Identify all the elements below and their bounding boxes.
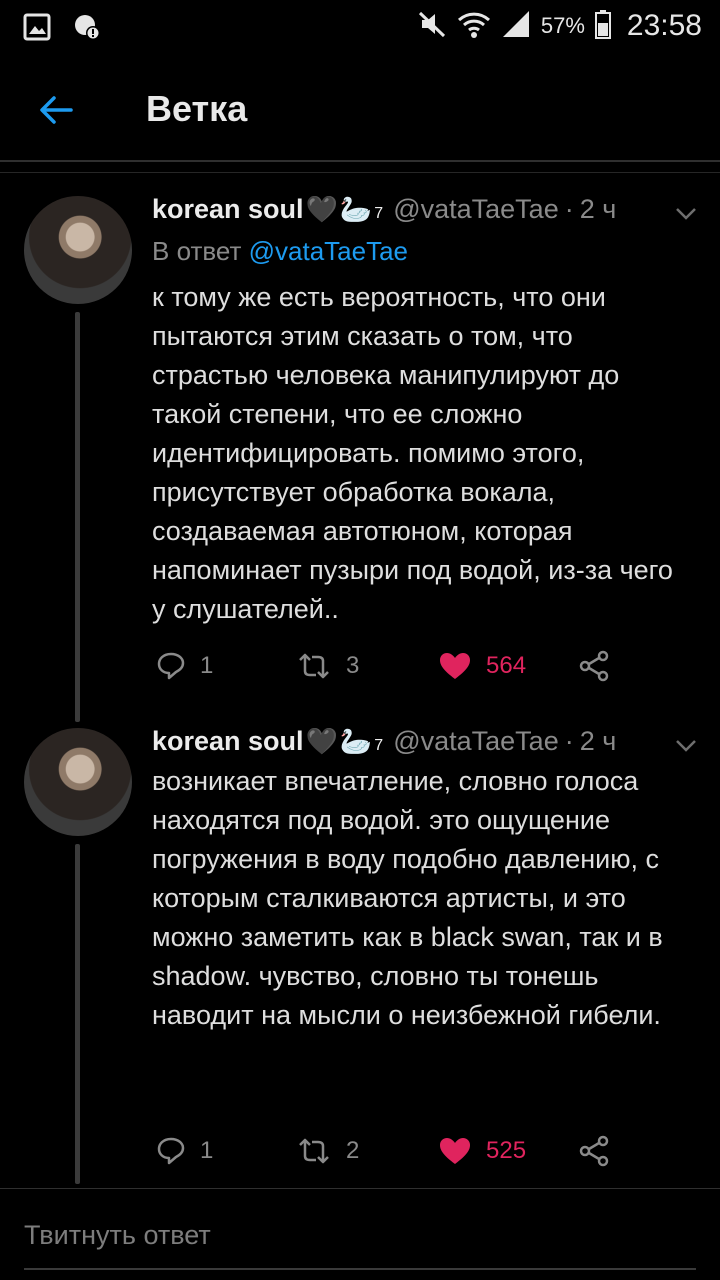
avatar[interactable]: [24, 728, 132, 836]
battery-percent: 57%: [540, 13, 585, 38]
author-handle[interactable]: @vataTaeTae: [393, 726, 559, 757]
reply-button[interactable]: 1: [156, 646, 213, 686]
chevron-down-icon: [676, 208, 696, 220]
swan-icon: 🦢: [339, 194, 373, 224]
tweet-text: к тому же есть вероятность, что они пыта…: [152, 282, 673, 624]
reply-count: 1: [200, 652, 214, 679]
reply-prefix: В ответ: [152, 236, 242, 266]
reply-mention-link[interactable]: @vataTaeTae: [249, 236, 408, 266]
tweet-menu-button[interactable]: [672, 200, 700, 228]
alert-icon: [70, 10, 104, 44]
reply-composer: Твитнуть ответ: [0, 1190, 720, 1280]
arrow-left-icon: [40, 96, 73, 124]
author-handle[interactable]: @vataTaeTae: [393, 194, 559, 225]
tweet-actions: 1 3 564: [152, 646, 672, 686]
swan-icon: 🦢: [339, 726, 373, 756]
chevron-down-icon: [676, 740, 696, 752]
reply-count: 1: [200, 1137, 214, 1164]
black-heart-icon: 🖤: [305, 726, 338, 756]
retweet-button[interactable]: 3: [296, 646, 359, 686]
composer-divider: [0, 1188, 720, 1189]
clock: 23:58: [626, 9, 702, 42]
author-name[interactable]: korean soul: [152, 726, 304, 757]
tweet-header: korean soul 🖤 🦢 7 @vataTaeTae · 2 ч: [152, 194, 616, 225]
author-name[interactable]: korean soul: [152, 194, 304, 225]
retweet-count: 3: [346, 652, 360, 679]
signal-icon: [501, 9, 531, 44]
retweet-count: 2: [346, 1137, 360, 1164]
page-title: Ветка: [146, 88, 248, 129]
tweet-text: возникает впечатление, словно голоса нах…: [152, 766, 663, 1030]
share-button[interactable]: [578, 1131, 610, 1171]
battery-icon: [594, 9, 611, 44]
separator-dot: ·: [564, 194, 574, 224]
like-count: 564: [486, 652, 527, 679]
reply-icon: [157, 1137, 185, 1165]
like-button[interactable]: 525: [438, 1131, 526, 1171]
heart-icon: [440, 653, 470, 679]
share-button[interactable]: [578, 646, 610, 686]
header-divider: [0, 160, 720, 162]
reply-context: В ответ @vataTaeTae: [152, 236, 408, 267]
section-divider: [0, 172, 720, 173]
thread-line: [75, 844, 80, 1184]
superscript-label: 7: [374, 205, 384, 222]
avatar[interactable]: [24, 196, 132, 304]
black-heart-icon: 🖤: [305, 194, 338, 224]
tweet-header: korean soul 🖤 🦢 7 @vataTaeTae · 2 ч: [152, 726, 616, 757]
mute-icon: [417, 9, 447, 44]
heart-icon: [440, 1138, 470, 1164]
reply-input[interactable]: Твитнуть ответ: [24, 1220, 696, 1260]
gallery-icon: [20, 10, 54, 44]
composer-underline: [24, 1268, 696, 1270]
tweet-time: 2 ч: [579, 194, 617, 224]
back-button[interactable]: [30, 84, 82, 136]
share-icon: [579, 650, 609, 682]
reply-icon: [157, 652, 185, 680]
separator-dot: ·: [564, 726, 574, 756]
status-bar: 57% 23:58: [0, 0, 720, 56]
retweet-icon: [299, 1138, 329, 1164]
retweet-button[interactable]: 2: [296, 1131, 359, 1171]
share-icon: [579, 1135, 609, 1167]
retweet-icon: [299, 653, 329, 679]
tweet-menu-button[interactable]: [672, 732, 700, 760]
tweet-time: 2 ч: [579, 726, 617, 756]
superscript-label: 7: [374, 737, 384, 754]
app-header: Ветка: [0, 62, 720, 158]
reply-button[interactable]: 1: [156, 1131, 213, 1171]
like-button[interactable]: 564: [438, 646, 526, 686]
tweet-actions: 1 2 525: [152, 1131, 672, 1171]
like-count: 525: [486, 1137, 527, 1164]
wifi-icon: [457, 9, 491, 44]
thread-line: [75, 312, 80, 722]
